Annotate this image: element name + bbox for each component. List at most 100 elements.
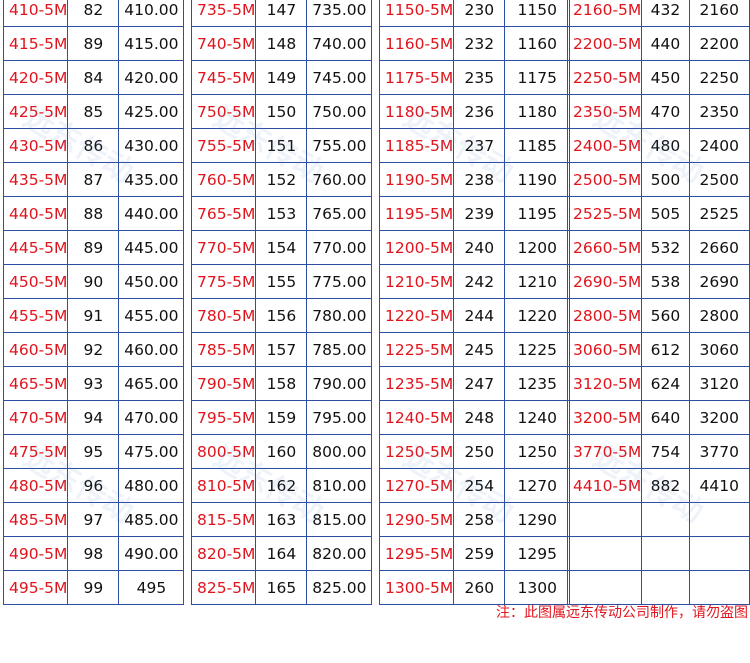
table-row: 2525-5M 505 2525 (566, 196, 750, 231)
model-cell: 455-5M (2, 298, 69, 333)
teeth-cell: 94 (67, 400, 120, 435)
teeth-cell: 148 (255, 26, 308, 61)
length-cell: 2250 (688, 60, 750, 95)
length-cell: 745.00 (306, 60, 373, 95)
model-cell: 815-5M (190, 502, 257, 537)
teeth-cell: 82 (67, 0, 120, 27)
table-row: 1195-5M 239 1195 (378, 196, 571, 231)
teeth-cell: 237 (453, 128, 506, 163)
teeth-cell: 149 (255, 60, 308, 95)
model-cell: 795-5M (190, 400, 257, 435)
teeth-cell: 440 (641, 26, 690, 61)
spec-table: 735-5M 147 735.00 740-5M 148 740.00 745-5M 149 7… (190, 0, 373, 605)
table-row: 2160-5M 432 2160 (566, 0, 750, 27)
teeth-cell: 239 (453, 196, 506, 231)
model-cell: 745-5M (190, 60, 257, 95)
teeth-cell: 90 (67, 264, 120, 299)
model-cell: 755-5M (190, 128, 257, 163)
table-row: 460-5M 92 460.00 (2, 332, 185, 367)
length-cell: 435.00 (118, 162, 185, 197)
teeth-cell: 235 (453, 60, 506, 95)
length-cell: 1150 (504, 0, 571, 27)
model-cell: 1150-5M (378, 0, 455, 27)
length-cell: 475.00 (118, 434, 185, 469)
model-cell: 480-5M (2, 468, 69, 503)
teeth-cell: 882 (641, 468, 690, 503)
length-cell: 450.00 (118, 264, 185, 299)
model-cell: 2250-5M (566, 60, 643, 95)
teeth-cell: 248 (453, 400, 506, 435)
model-cell: 425-5M (2, 94, 69, 129)
model-cell: 1295-5M (378, 536, 455, 571)
teeth-cell: 154 (255, 230, 308, 265)
table-row: 740-5M 148 740.00 (190, 26, 373, 61)
table-row: 1210-5M 242 1210 (378, 264, 571, 299)
length-cell: 420.00 (118, 60, 185, 95)
length-cell (688, 502, 750, 537)
teeth-cell (641, 502, 690, 537)
table-row: 2800-5M 560 2800 (566, 298, 750, 333)
model-cell: 490-5M (2, 536, 69, 571)
length-cell: 465.00 (118, 366, 185, 401)
table-row: 795-5M 159 795.00 (190, 400, 373, 435)
teeth-cell: 250 (453, 434, 506, 469)
length-cell: 1240 (504, 400, 571, 435)
teeth-cell: 480 (641, 128, 690, 163)
table-row: 420-5M 84 420.00 (2, 60, 185, 95)
table-row: 1220-5M 244 1220 (378, 298, 571, 333)
length-cell: 1160 (504, 26, 571, 61)
length-cell: 810.00 (306, 468, 373, 503)
length-cell: 445.00 (118, 230, 185, 265)
table-row: 1270-5M 254 1270 (378, 468, 571, 503)
teeth-cell: 150 (255, 94, 308, 129)
table-row: 445-5M 89 445.00 (2, 230, 185, 265)
model-cell: 1290-5M (378, 502, 455, 537)
model-cell: 1240-5M (378, 400, 455, 435)
table-row: 475-5M 95 475.00 (2, 434, 185, 469)
length-cell: 740.00 (306, 26, 373, 61)
length-cell (688, 570, 750, 605)
teeth-cell: 500 (641, 162, 690, 197)
model-cell: 1250-5M (378, 434, 455, 469)
teeth-cell: 164 (255, 536, 308, 571)
model-cell: 1225-5M (378, 332, 455, 367)
teeth-cell: 236 (453, 94, 506, 129)
teeth-cell: 155 (255, 264, 308, 299)
model-cell (566, 570, 643, 605)
length-cell: 470.00 (118, 400, 185, 435)
teeth-cell: 238 (453, 162, 506, 197)
table-row: 2660-5M 532 2660 (566, 230, 750, 265)
model-cell: 3120-5M (566, 366, 643, 401)
table-row: 1150-5M 230 1150 (378, 0, 571, 27)
teeth-cell: 160 (255, 434, 308, 469)
teeth-cell: 450 (641, 60, 690, 95)
table-row: 430-5M 86 430.00 (2, 128, 185, 163)
teeth-cell: 624 (641, 366, 690, 401)
table-row: 480-5M 96 480.00 (2, 468, 185, 503)
table-row: 425-5M 85 425.00 (2, 94, 185, 129)
table-row: 1290-5M 258 1290 (378, 502, 571, 537)
model-cell (566, 502, 643, 537)
model-cell: 440-5M (2, 196, 69, 231)
teeth-cell: 162 (255, 468, 308, 503)
teeth-cell: 505 (641, 196, 690, 231)
table-row: 815-5M 163 815.00 (190, 502, 373, 537)
table-row: 2250-5M 450 2250 (566, 60, 750, 95)
teeth-cell: 84 (67, 60, 120, 95)
teeth-cell: 152 (255, 162, 308, 197)
length-cell: 415.00 (118, 26, 185, 61)
length-cell: 2400 (688, 128, 750, 163)
table-row: 1180-5M 236 1180 (378, 94, 571, 129)
model-cell: 820-5M (190, 536, 257, 571)
teeth-cell: 147 (255, 0, 308, 27)
teeth-cell (641, 570, 690, 605)
teeth-cell: 153 (255, 196, 308, 231)
length-cell: 3200 (688, 400, 750, 435)
length-cell: 815.00 (306, 502, 373, 537)
model-cell: 1235-5M (378, 366, 455, 401)
length-cell: 3060 (688, 332, 750, 367)
model-cell: 2350-5M (566, 94, 643, 129)
teeth-cell: 258 (453, 502, 506, 537)
teeth-cell: 159 (255, 400, 308, 435)
length-cell: 1250 (504, 434, 571, 469)
